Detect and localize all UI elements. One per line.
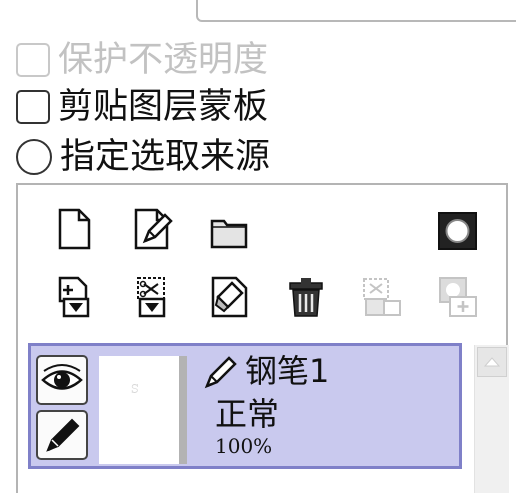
layer-mask-icon[interactable] [436,209,480,253]
merge-down-icon[interactable] [130,275,174,319]
layer-name: 钢笔1 [245,352,330,390]
panel-header-clipped [10,0,200,14]
top-input-field[interactable] [196,0,516,22]
protect-opacity-option: 保护不透明度 [16,36,268,84]
selection-source-label[interactable]: 指定选取来源 [60,137,270,177]
thumbnail-mark: ꕶ [131,382,139,396]
scroll-up-arrow-icon[interactable] [477,347,507,377]
layer-thumbnail: ꕶ [99,356,187,464]
pen-icon [204,356,237,389]
new-pen-layer-icon[interactable] [131,207,175,251]
new-layer-icon[interactable] [52,207,96,251]
add-mask-icon [436,275,480,319]
clipping-mask-checkbox[interactable] [16,90,50,124]
clipping-mask-label[interactable]: 剪贴图层蒙板 [58,87,268,127]
protect-opacity-checkbox [16,43,50,77]
layer-panel: ꕶ 钢笔1 正常 100% [16,183,509,493]
clear-layer-icon[interactable] [208,275,252,319]
new-folder-icon[interactable] [208,209,252,253]
selection-source-radio[interactable] [16,139,52,175]
layer-list-scrollbar[interactable] [474,345,509,493]
edit-lock-pen-icon[interactable] [36,410,88,460]
layer-blend-mode: 正常 [215,395,280,433]
visibility-eye-icon[interactable] [36,355,88,405]
apply-selection-icon [360,275,404,319]
layer-opacity: 100% [215,434,273,458]
protect-opacity-label: 保护不透明度 [58,40,269,80]
clipping-mask-option[interactable]: 剪贴图层蒙板 [16,83,268,131]
transfer-down-icon[interactable] [54,275,98,319]
layer-list: ꕶ 钢笔1 正常 100% [28,343,468,493]
layer-row-pen1[interactable]: ꕶ 钢笔1 正常 100% [28,343,462,469]
delete-layer-icon[interactable] [284,275,328,319]
selection-source-option[interactable]: 指定选取来源 [16,133,270,181]
